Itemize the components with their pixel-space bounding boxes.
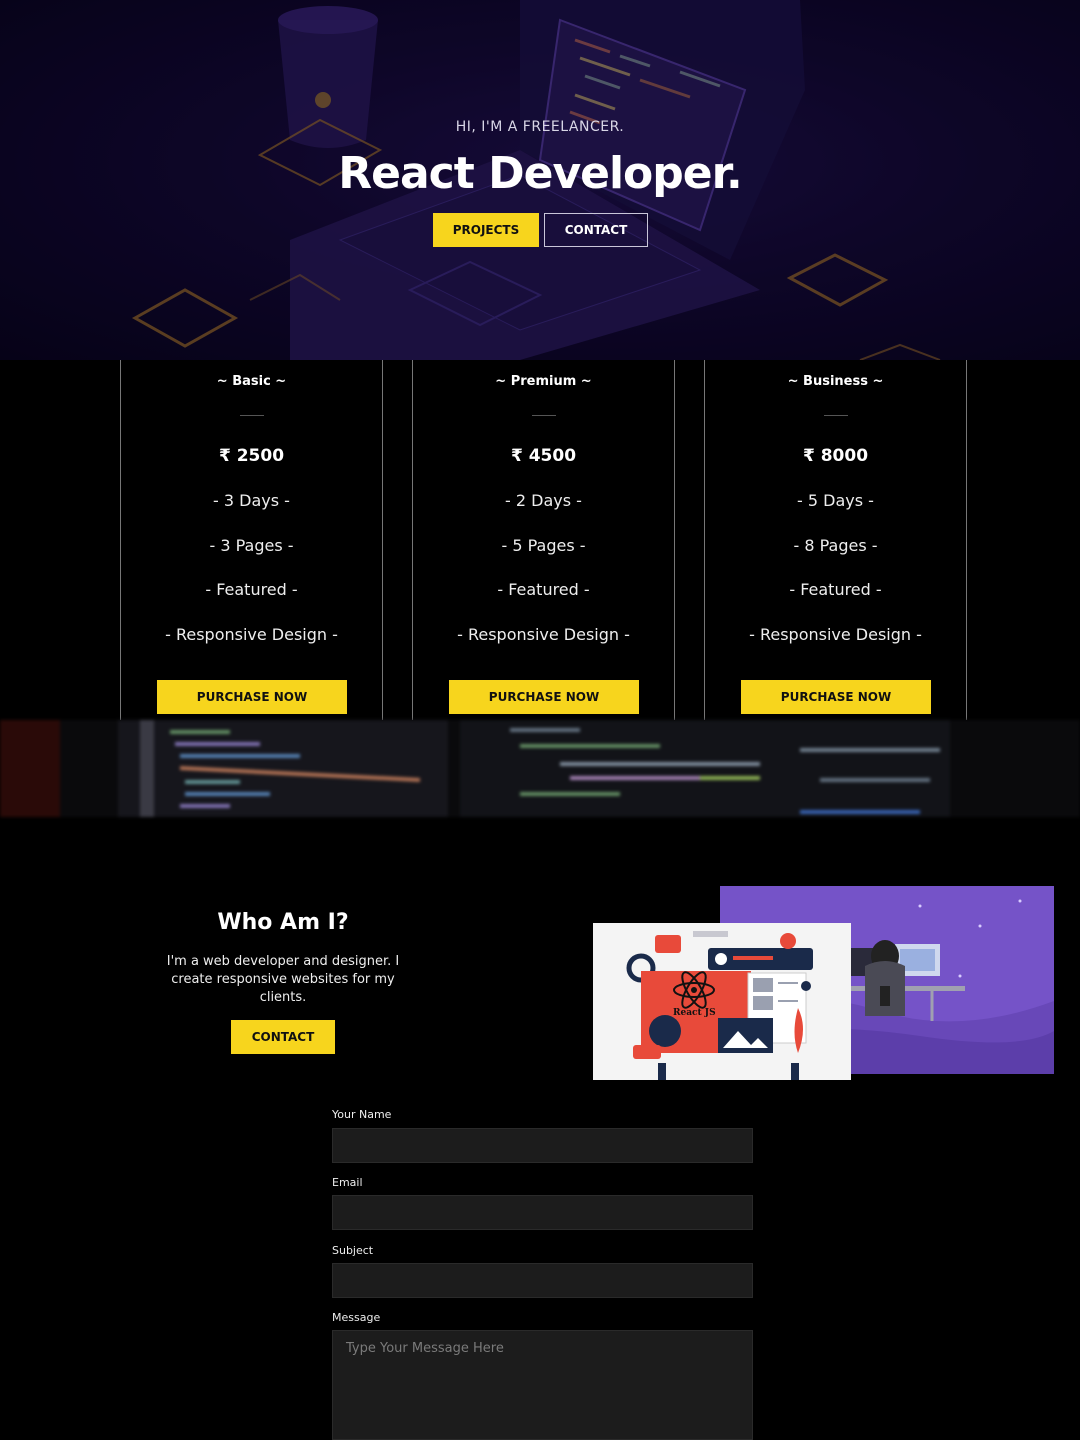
hero-eyebrow: HI, I'M A FREELANCER. — [455, 119, 625, 135]
name-input[interactable] — [332, 1128, 753, 1163]
plan-name: ~ Premium ~ — [495, 374, 592, 389]
message-textarea[interactable] — [332, 1330, 753, 1440]
purchase-now-button[interactable]: PURCHASE NOW — [449, 680, 639, 714]
plan-name: ~ Basic ~ — [216, 374, 287, 389]
pricing-card-business: ~ Business ~ ₹ 8000 - 5 Days - - 8 Pages… — [704, 360, 967, 720]
plan-feature: - 2 Days - — [505, 491, 582, 510]
subject-label: Subject — [332, 1244, 374, 1257]
plan-price: ₹ 8000 — [802, 446, 869, 466]
plan-price: ₹ 4500 — [510, 446, 577, 466]
email-input[interactable] — [332, 1195, 753, 1230]
plan-feature: - Featured - — [789, 580, 882, 599]
pricing-card-premium: ~ Premium ~ ₹ 4500 - 2 Days - - 5 Pages … — [412, 360, 675, 720]
about-text: I'm a web developer and designer. I crea… — [166, 954, 400, 1005]
about-contact-button[interactable]: CONTACT — [231, 1020, 335, 1054]
message-label: Message — [332, 1311, 381, 1324]
react-js-label: React JS — [673, 1008, 716, 1018]
plan-feature: - Featured - — [497, 580, 590, 599]
plan-feature: - Featured - — [205, 580, 298, 599]
subject-input[interactable] — [332, 1263, 753, 1298]
divider — [824, 415, 848, 416]
pricing-section: ~ Basic ~ ₹ 2500 - 3 Days - - 3 Pages - … — [0, 360, 1080, 720]
plan-feature: - 3 Pages - — [209, 536, 294, 555]
name-label: Your Name — [332, 1108, 392, 1121]
plan-name: ~ Business ~ — [787, 374, 884, 389]
plan-price: ₹ 2500 — [218, 446, 285, 466]
plan-feature: - 5 Pages - — [501, 536, 586, 555]
contact-button[interactable]: CONTACT — [544, 213, 648, 247]
plan-feature: - Responsive Design - — [165, 625, 338, 644]
hero-title: React Developer. — [338, 148, 743, 199]
purchase-now-button[interactable]: PURCHASE NOW — [157, 680, 347, 714]
plan-feature: - Responsive Design - — [457, 625, 630, 644]
react-illustration: React JS — [593, 923, 851, 1080]
divider — [532, 415, 556, 416]
plan-feature: - 8 Pages - — [793, 536, 878, 555]
divider — [240, 415, 264, 416]
about-title: Who Am I? — [217, 910, 349, 935]
code-background-strip — [0, 720, 1080, 817]
plan-feature: - Responsive Design - — [749, 625, 922, 644]
plan-feature: - 3 Days - — [213, 491, 290, 510]
email-label: Email — [332, 1176, 363, 1189]
react-js-image: React JS — [626, 931, 813, 1080]
code-screenshot-image — [0, 720, 950, 817]
projects-button[interactable]: PROJECTS — [433, 213, 539, 247]
hero-buttons: PROJECTS CONTACT — [433, 213, 648, 247]
purchase-now-button[interactable]: PURCHASE NOW — [741, 680, 931, 714]
pricing-card-basic: ~ Basic ~ ₹ 2500 - 3 Days - - 3 Pages - … — [120, 360, 383, 720]
plan-feature: - 5 Days - — [797, 491, 874, 510]
hero-section: HI, I'M A FREELANCER. React Developer. P… — [0, 0, 1080, 360]
